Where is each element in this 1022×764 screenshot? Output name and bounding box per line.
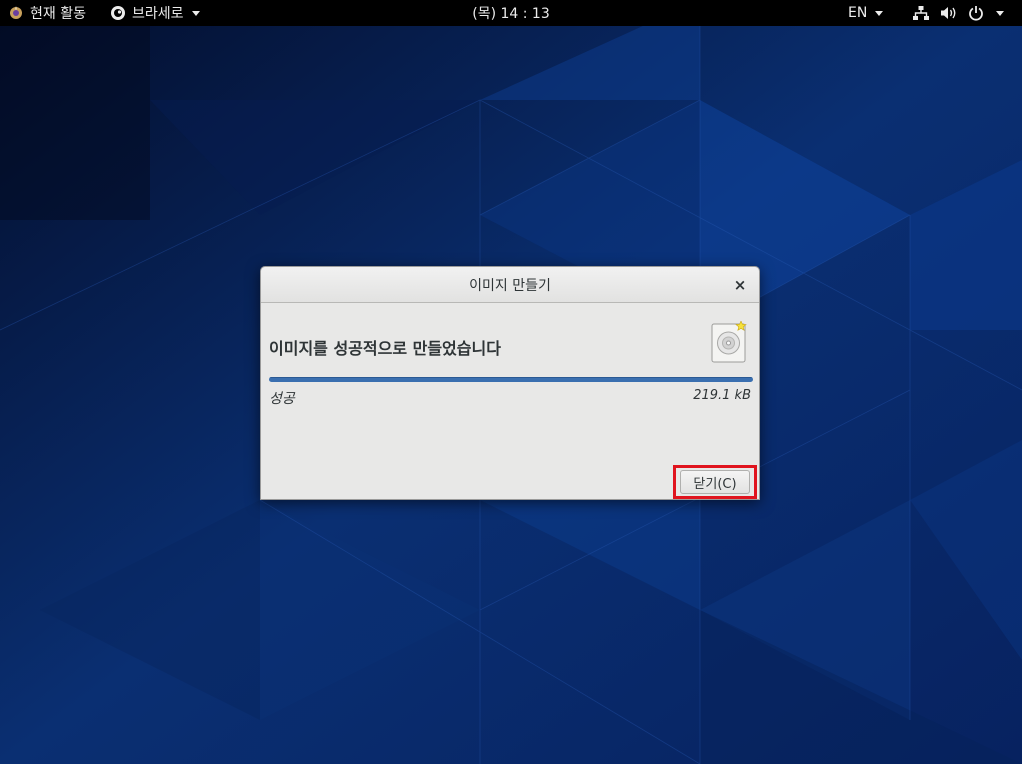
language-indicator[interactable]: EN: [848, 0, 884, 26]
success-message: 이미지를 성공적으로 만들었습니다: [269, 339, 501, 358]
top-bar: 현재 활동 브라세로 (목) 14 : 13 EN: [0, 0, 1022, 26]
progress-bar-fill: [269, 377, 753, 382]
dialog-title: 이미지 만들기: [469, 277, 551, 294]
language-label: EN: [848, 5, 868, 21]
brasero-icon: [110, 5, 126, 21]
create-image-dialog: 이미지 만들기 × 이미지를 성공적으로 만들었습니다 성공 219.1 kB …: [260, 266, 760, 500]
chevron-down-icon: [996, 10, 1004, 16]
power-icon: [968, 5, 984, 21]
activities-button[interactable]: 현재 활동: [8, 0, 86, 26]
activities-icon: [8, 5, 24, 21]
disc-image-icon: [711, 320, 747, 363]
clock[interactable]: (목) 14 : 13: [472, 3, 550, 23]
system-status-menu[interactable]: [912, 0, 1004, 26]
app-menu[interactable]: 브라세로: [110, 0, 200, 26]
close-icon[interactable]: ×: [731, 276, 749, 294]
status-label: 성공: [269, 391, 295, 407]
dialog-content: 이미지를 성공적으로 만들었습니다 성공 219.1 kB 닫기(C): [261, 303, 759, 499]
chevron-down-icon: [191, 10, 200, 16]
dialog-titlebar[interactable]: 이미지 만들기 ×: [261, 267, 759, 303]
close-button[interactable]: 닫기(C): [680, 470, 750, 494]
close-button-highlight: 닫기(C): [673, 465, 757, 499]
network-icon: [912, 5, 930, 21]
image-size-label: 219.1 kB: [693, 388, 751, 403]
app-menu-label: 브라세로: [132, 6, 184, 22]
chevron-down-icon: [875, 10, 884, 16]
progress-bar: [269, 377, 753, 382]
activities-label: 현재 활동: [30, 6, 86, 22]
volume-icon: [940, 5, 958, 21]
